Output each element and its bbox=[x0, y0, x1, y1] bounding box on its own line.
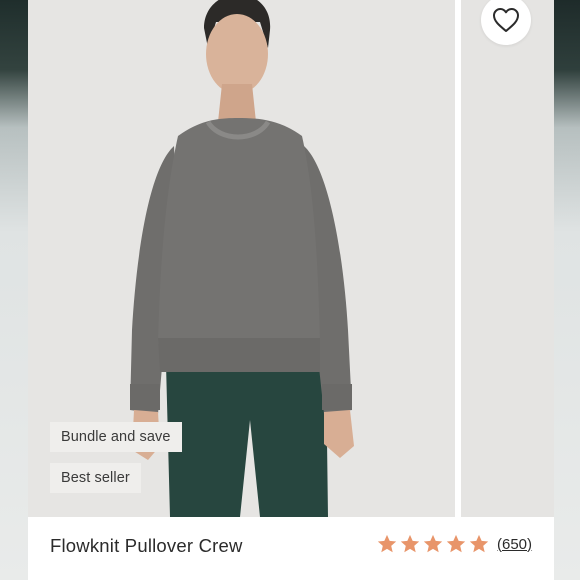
rating-stars bbox=[376, 533, 490, 555]
best-seller-badge: Best seller bbox=[50, 463, 141, 493]
star-icon bbox=[377, 534, 397, 553]
star-icon bbox=[400, 534, 420, 553]
product-image-main[interactable]: Bundle and save Best seller bbox=[28, 0, 455, 517]
product-title[interactable]: Flowknit Pullover Crew bbox=[50, 535, 243, 557]
product-rating[interactable]: (650) bbox=[376, 533, 532, 555]
star-icon bbox=[446, 534, 466, 553]
left-edge-strip bbox=[0, 0, 28, 580]
next-image-preview bbox=[461, 0, 554, 517]
product-info-bar: Flowknit Pullover Crew (650) bbox=[28, 517, 554, 580]
product-image-next[interactable] bbox=[461, 0, 554, 517]
heart-outline-icon bbox=[493, 8, 519, 32]
review-count-link[interactable]: (650) bbox=[497, 536, 532, 553]
star-icon bbox=[469, 534, 489, 553]
bundle-and-save-badge: Bundle and save bbox=[50, 422, 182, 452]
star-icon bbox=[423, 534, 443, 553]
right-edge-strip bbox=[554, 0, 580, 580]
